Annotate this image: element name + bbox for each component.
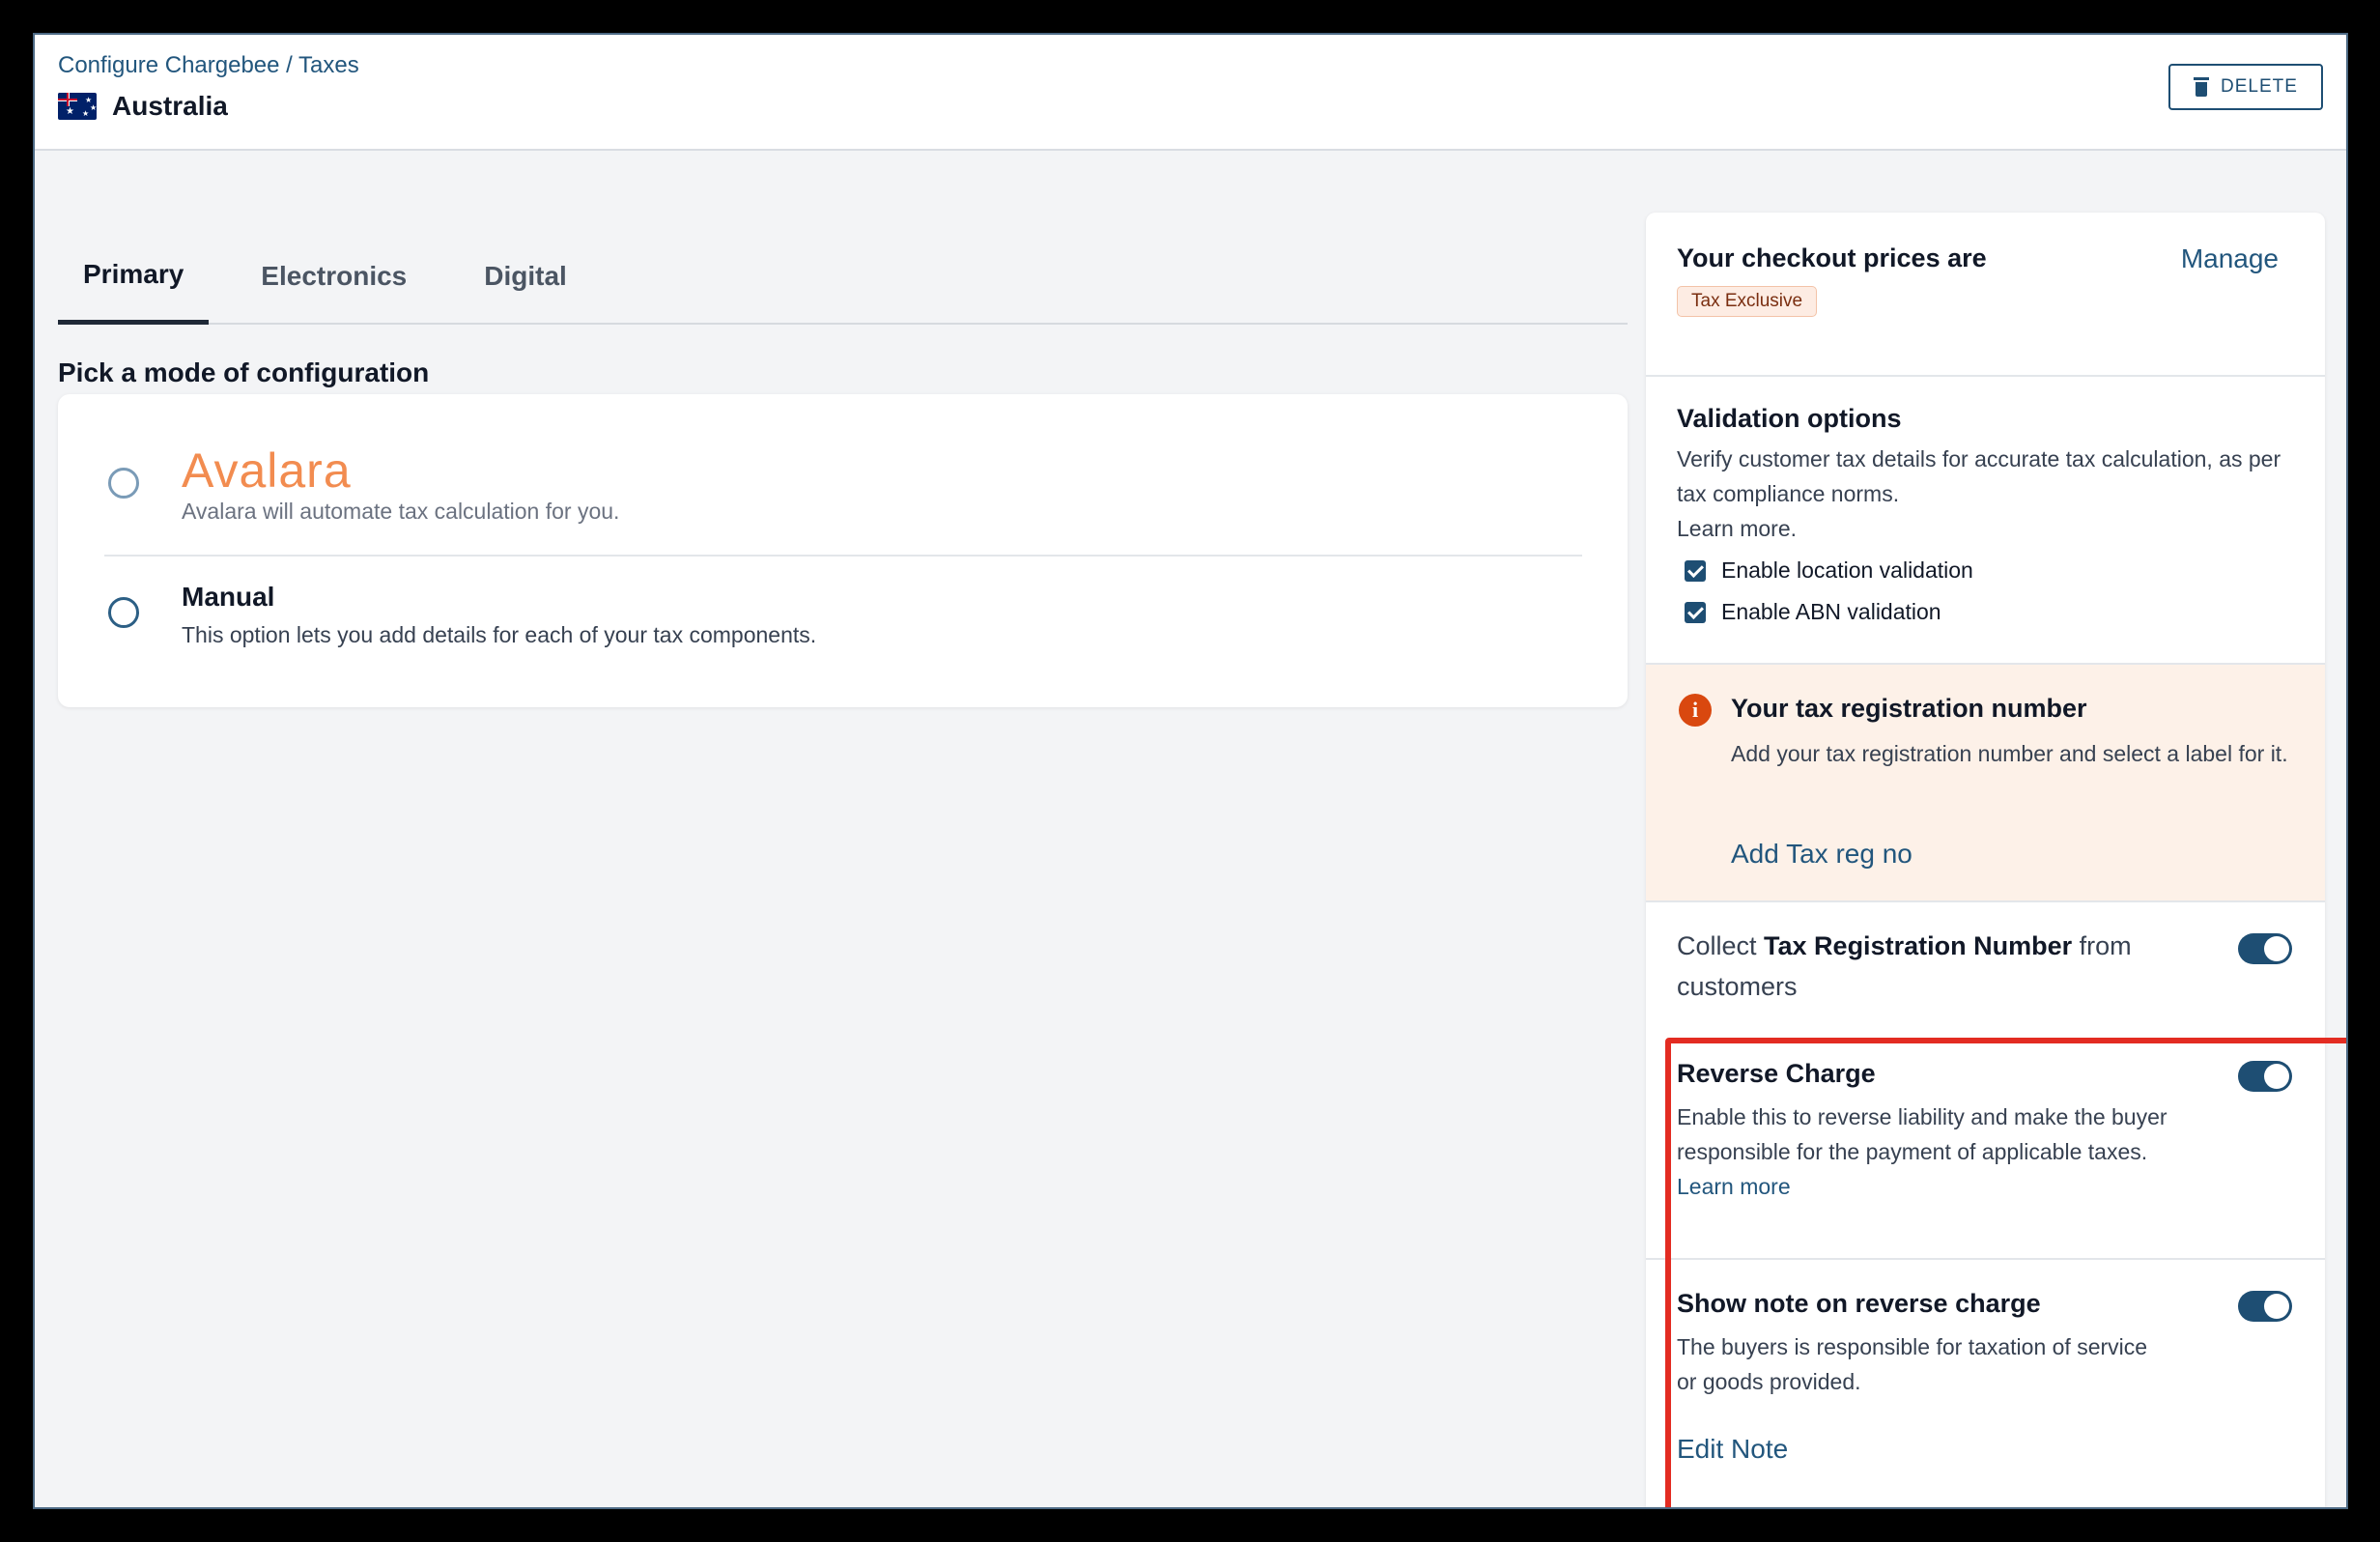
collect-trn-section: Collect Tax Registration Number from cus… bbox=[1646, 902, 2325, 1028]
abn-validation-option[interactable]: Enable ABN validation bbox=[1677, 599, 2294, 625]
add-tax-reg-link[interactable]: Add Tax reg no bbox=[1731, 839, 1912, 870]
collect-prefix: Collect bbox=[1677, 931, 1765, 960]
manual-title: Manual bbox=[182, 582, 275, 612]
checkout-section: Your checkout prices are Manage Tax Excl… bbox=[1646, 213, 2325, 377]
reverse-charge-toggle[interactable] bbox=[2238, 1061, 2292, 1092]
tab-primary[interactable]: Primary bbox=[58, 228, 210, 325]
abn-validation-label: Enable ABN validation bbox=[1721, 599, 1941, 624]
tab-digital[interactable]: Digital bbox=[459, 228, 592, 325]
tax-registration-section: i Your tax registration number Add your … bbox=[1646, 665, 2325, 902]
settings-panel: Your checkout prices are Manage Tax Excl… bbox=[1646, 213, 2325, 1507]
manual-description: This option lets you add details for eac… bbox=[182, 622, 817, 647]
manual-radio[interactable] bbox=[108, 597, 139, 628]
trash-icon bbox=[2194, 77, 2210, 97]
checkout-title: Your checkout prices are bbox=[1677, 243, 1987, 272]
reverse-charge-description: Enable this to reverse liability and mak… bbox=[1677, 1099, 2179, 1204]
validation-learn-more[interactable]: Learn more. bbox=[1677, 511, 2294, 546]
delete-button[interactable]: DELETE bbox=[2168, 64, 2323, 110]
badge-label: Tax Exclusive bbox=[1677, 286, 1818, 317]
reverse-charge-section: Reverse Charge Enable this to reverse li… bbox=[1646, 1028, 2325, 1260]
divider bbox=[104, 555, 1582, 557]
validation-section: Validation options Verify customer tax d… bbox=[1646, 377, 2325, 665]
reverse-charge-learn-more[interactable]: Learn more bbox=[1677, 1174, 1791, 1199]
tax-exclusive-badge: Tax Exclusive bbox=[1677, 286, 1818, 317]
country-name: Australia bbox=[112, 91, 228, 121]
app-window: Configure Chargebee / Taxes ★ ★ ★ ★ Aust… bbox=[33, 33, 2348, 1509]
location-validation-checkbox[interactable] bbox=[1685, 559, 1706, 582]
reverse-charge-note-section: Show note on reverse charge The buyers i… bbox=[1646, 1260, 2325, 1507]
manage-link[interactable]: Manage bbox=[2181, 243, 2279, 274]
collect-bold: Tax Registration Number bbox=[1764, 931, 2073, 960]
info-icon: i bbox=[1679, 694, 1712, 727]
edit-note-link[interactable]: Edit Note bbox=[1677, 1434, 1788, 1465]
location-validation-label: Enable location validation bbox=[1721, 557, 1973, 583]
collect-trn-toggle[interactable] bbox=[2238, 933, 2292, 964]
tab-bar: Primary Electronics Digital bbox=[58, 228, 1628, 325]
avalara-description: Avalara will automate tax calculation fo… bbox=[182, 499, 620, 524]
config-heading: Pick a mode of configuration bbox=[58, 357, 430, 387]
registration-description: Add your tax registration number and sel… bbox=[1731, 741, 2288, 766]
abn-validation-checkbox[interactable] bbox=[1685, 601, 1706, 623]
note-toggle[interactable] bbox=[2238, 1291, 2292, 1322]
australia-flag-icon: ★ ★ ★ ★ bbox=[58, 93, 97, 120]
reverse-charge-text: Enable this to reverse liability and mak… bbox=[1677, 1104, 2168, 1164]
avalara-logo: Avalara bbox=[182, 443, 352, 498]
registration-title: Your tax registration number bbox=[1731, 694, 2087, 723]
collect-trn-label: Collect Tax Registration Number from cus… bbox=[1677, 926, 2198, 1007]
validation-description: Verify customer tax details for accurate… bbox=[1677, 446, 2281, 506]
page-title: ★ ★ ★ ★ Australia bbox=[58, 91, 228, 122]
delete-label: DELETE bbox=[2221, 76, 2298, 97]
top-bar: Configure Chargebee / Taxes ★ ★ ★ ★ Aust… bbox=[35, 35, 2346, 151]
reverse-charge-title: Reverse Charge bbox=[1677, 1059, 1876, 1088]
location-validation-option[interactable]: Enable location validation bbox=[1677, 557, 2294, 584]
note-description: The buyers is responsible for taxation o… bbox=[1677, 1334, 2148, 1394]
avalara-radio[interactable] bbox=[108, 468, 139, 499]
mode-card: Avalara Avalara will automate tax calcul… bbox=[58, 394, 1628, 707]
note-title: Show note on reverse charge bbox=[1677, 1289, 2041, 1318]
breadcrumb[interactable]: Configure Chargebee / Taxes bbox=[58, 52, 359, 79]
validation-title: Validation options bbox=[1677, 404, 1902, 433]
tab-electronics[interactable]: Electronics bbox=[236, 228, 432, 325]
